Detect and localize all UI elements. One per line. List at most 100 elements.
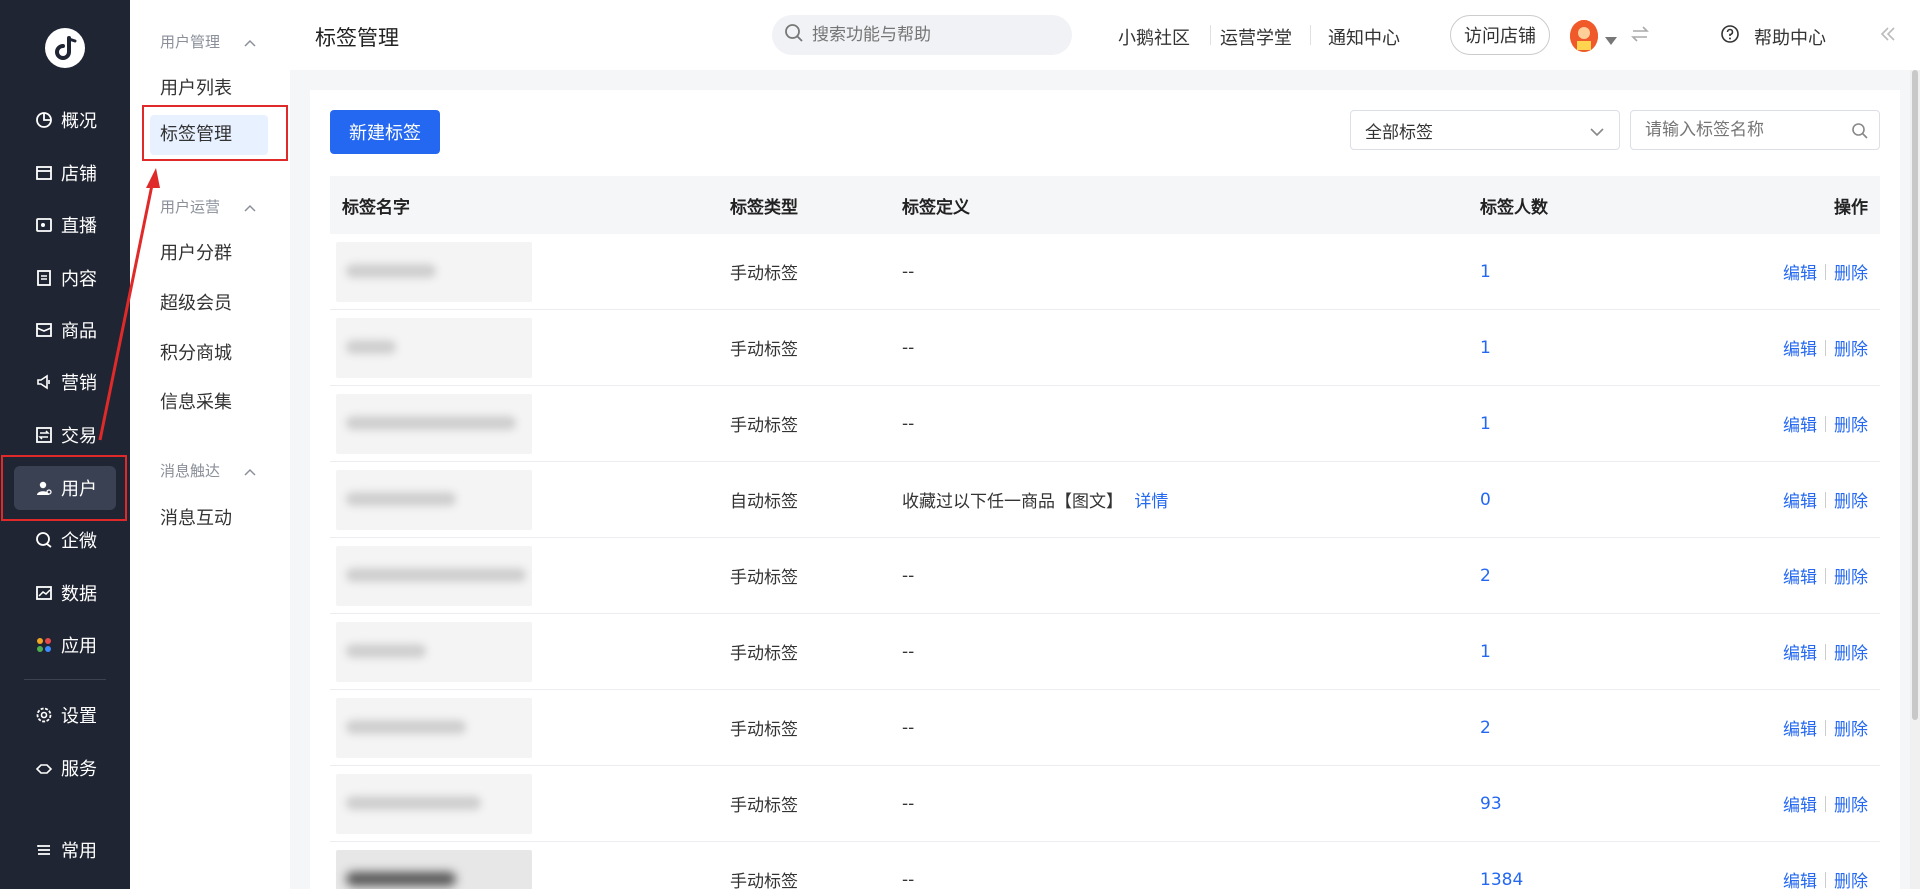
page-title: 标签管理 [315,26,399,50]
table-row: 自动标签 收藏过以下任一商品【图文】 详情 0 编辑 删除 [330,462,1880,538]
tag-count[interactable]: 1 [1468,338,1668,358]
table-row: 手动标签 -- 1384 编辑 删除 [330,842,1880,889]
column-header-name: 标签名字 [342,197,410,218]
link-community[interactable]: 小鹅社区 [1118,24,1190,50]
edit-button[interactable]: 编辑 [1783,867,1817,889]
divider [1825,263,1826,280]
delete-button[interactable]: 删除 [1834,487,1868,512]
tag-name-input[interactable] [1645,111,1845,149]
edit-button[interactable]: 编辑 [1783,335,1817,360]
tag-count[interactable]: 0 [1468,490,1668,510]
detail-link[interactable]: 详情 [1134,492,1168,512]
chevron-up-icon [244,462,256,480]
edit-button[interactable]: 编辑 [1783,639,1817,664]
group-title-messaging[interactable]: 消息触达 [160,460,256,481]
annotation-arrow [98,168,160,441]
tag-type: 手动标签 [730,568,798,588]
nav-item-common[interactable]: 常用 [14,828,116,872]
row-actions: 编辑 删除 [1668,867,1880,889]
tag-type: 手动标签 [730,872,798,889]
collapse-icon[interactable] [1878,24,1898,49]
scrollbar-thumb[interactable] [1912,70,1918,720]
page-scrollbar[interactable] [1910,70,1920,889]
tag-name-search[interactable] [1630,110,1880,150]
redacted-name [336,546,532,606]
tag-count[interactable]: 1384 [1468,870,1668,889]
row-actions: 编辑 删除 [1668,411,1880,436]
tag-type: 手动标签 [730,644,798,664]
column-header-ops: 操作 [1834,197,1868,218]
tag-filter-select[interactable]: 全部标签 [1350,110,1620,150]
tag-name-cell [330,386,730,461]
chat-icon [34,530,54,550]
edit-button[interactable]: 编辑 [1783,791,1817,816]
column-header-definition: 标签定义 [902,197,970,218]
edit-button[interactable]: 编辑 [1783,563,1817,588]
tag-count[interactable]: 1 [1468,414,1668,434]
nav-divider [24,679,106,680]
tag-name-cell [330,690,730,765]
main-content: 新建标签 全部标签 标签名字 标签类型 标签定义 标签人数 操作 手动标签 --… [310,90,1900,889]
nav-label: 常用 [61,841,97,862]
search-icon[interactable] [1851,122,1869,145]
help-icon[interactable] [1720,24,1740,49]
tag-type: 手动标签 [730,264,798,284]
global-search[interactable] [772,15,1072,55]
search-input[interactable] [812,25,1042,45]
delete-button[interactable]: 删除 [1834,867,1868,889]
subnav-item-message-interaction[interactable]: 消息互动 [160,504,232,530]
delete-button[interactable]: 删除 [1834,411,1868,436]
tag-type: 手动标签 [730,720,798,740]
delete-button[interactable]: 删除 [1834,791,1868,816]
chevron-down-icon [1589,123,1605,143]
table-row: 手动标签 -- 1 编辑 删除 [330,310,1880,386]
visit-store-button[interactable]: 访问店铺 [1450,15,1550,55]
tag-definition: -- [902,337,915,358]
divider [1825,339,1826,356]
nav-item-wecom[interactable]: 企微 [14,518,116,562]
tag-count[interactable]: 2 [1468,566,1668,586]
group-title-label: 消息触达 [160,462,221,480]
redacted-name [336,774,532,834]
redacted-name [336,242,532,302]
caret-down-icon[interactable] [1604,30,1618,51]
redacted-name [336,850,532,889]
tag-name-cell [330,766,730,841]
edit-button[interactable]: 编辑 [1783,715,1817,740]
avatar[interactable] [1570,20,1598,52]
nav-item-apps[interactable]: 应用 [14,623,116,667]
nav-item-settings[interactable]: 设置 [14,693,116,737]
delete-button[interactable]: 删除 [1834,715,1868,740]
tag-name-cell [330,614,730,689]
redacted-name [336,470,532,530]
link-notifications[interactable]: 通知中心 [1328,24,1400,50]
tag-count[interactable]: 1 [1468,642,1668,662]
tag-definition-cell: 收藏过以下任一商品【图文】 详情 [902,487,1468,512]
new-tag-button[interactable]: 新建标签 [330,110,440,154]
delete-button[interactable]: 删除 [1834,563,1868,588]
row-actions: 编辑 删除 [1668,563,1880,588]
tag-count[interactable]: 93 [1468,794,1668,814]
tag-count[interactable]: 2 [1468,718,1668,738]
divider [1825,567,1826,584]
divider [1825,491,1826,508]
nav-item-service[interactable]: 服务 [14,746,116,790]
table-row: 手动标签 -- 1 编辑 删除 [330,386,1880,462]
row-actions: 编辑 删除 [1668,639,1880,664]
swap-icon[interactable] [1630,24,1650,49]
edit-button[interactable]: 编辑 [1783,259,1817,284]
nav-label: 设置 [61,706,97,727]
help-center-link[interactable]: 帮助中心 [1754,24,1826,50]
link-academy[interactable]: 运营学堂 [1220,24,1292,50]
row-actions: 编辑 删除 [1668,791,1880,816]
edit-button[interactable]: 编辑 [1783,411,1817,436]
nav-item-data[interactable]: 数据 [14,571,116,615]
table-row: 手动标签 -- 93 编辑 删除 [330,766,1880,842]
tag-count[interactable]: 1 [1468,262,1668,282]
delete-button[interactable]: 删除 [1834,335,1868,360]
delete-button[interactable]: 删除 [1834,639,1868,664]
delete-button[interactable]: 删除 [1834,259,1868,284]
edit-button[interactable]: 编辑 [1783,487,1817,512]
tag-type: 自动标签 [730,492,798,512]
table-row: 手动标签 -- 2 编辑 删除 [330,690,1880,766]
